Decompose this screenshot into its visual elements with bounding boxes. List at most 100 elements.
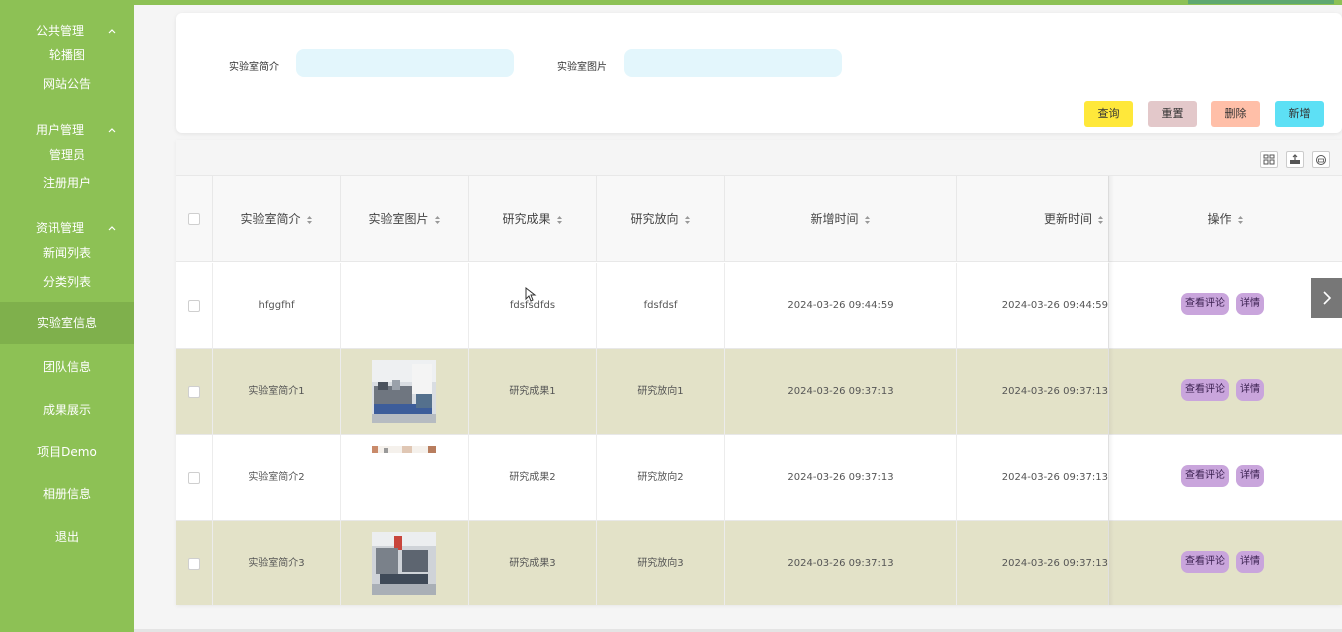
sidebar-item-category-list[interactable]: 分类列表 — [0, 273, 134, 290]
main-content: 实验室简介 实验室图片 查询 重置 删除 新增 实验室简介 实验室图片 研究成果… — [134, 5, 1342, 632]
cell-updated: 2024-03-26 09:37:13 — [956, 349, 1108, 435]
sidebar-item-lab-info[interactable]: 实验室信息 — [0, 302, 134, 344]
view-comments-button[interactable]: 查看评论 — [1181, 465, 1229, 487]
search-panel: 实验室简介 实验室图片 查询 重置 删除 新增 — [176, 13, 1342, 133]
cell-result: fdsfsdfds — [468, 263, 596, 349]
sidebar: 公共管理 轮播图 网站公告 用户管理 管理员 注册用户 资讯管理 新闻列表 分类… — [0, 5, 134, 632]
column-header-actions: 操作 — [1108, 176, 1342, 262]
cell-intro: 实验室简介1 — [212, 349, 340, 435]
sidebar-item-team-info[interactable]: 团队信息 — [0, 346, 134, 388]
cell-actions: 查看评论 详情 — [1108, 435, 1342, 521]
sidebar-group-news[interactable]: 资讯管理 — [36, 219, 84, 236]
sidebar-item-logout[interactable]: 退出 — [0, 516, 134, 558]
row-checkbox[interactable] — [188, 386, 200, 398]
sidebar-item-album[interactable]: 相册信息 — [0, 473, 134, 515]
sidebar-item-admin[interactable]: 管理员 — [0, 146, 134, 163]
sort-icon[interactable] — [684, 215, 691, 225]
detail-button[interactable]: 详情 — [1236, 551, 1264, 573]
sidebar-item-project-demo[interactable]: 项目Demo — [0, 431, 134, 473]
row-checkbox[interactable] — [188, 300, 200, 312]
table-row: hfggfhf fdsfsdfds fdsfdsf 2024-03-26 09:… — [176, 263, 1342, 349]
detail-button[interactable]: 详情 — [1236, 293, 1264, 315]
cell-updated: 2024-03-26 09:37:13 — [956, 521, 1108, 605]
columns-icon[interactable] — [1260, 151, 1278, 168]
lab-intro-label: 实验室简介 — [229, 62, 279, 73]
table-header: 实验室简介 实验室图片 研究成果 研究放向 新增时间 更新时间 操作 — [176, 176, 1342, 262]
sort-icon[interactable] — [1237, 215, 1244, 225]
cell-intro: 实验室简介3 — [212, 521, 340, 605]
view-comments-button[interactable]: 查看评论 — [1181, 551, 1229, 573]
view-comments-button[interactable]: 查看评论 — [1181, 293, 1229, 315]
sidebar-item-news-list[interactable]: 新闻列表 — [0, 244, 134, 261]
export-icon[interactable] — [1286, 151, 1304, 168]
query-button[interactable]: 查询 — [1084, 101, 1133, 127]
sidebar-group-public[interactable]: 公共管理 — [36, 22, 84, 39]
detail-button[interactable]: 详情 — [1236, 379, 1264, 401]
detail-button[interactable]: 详情 — [1236, 465, 1264, 487]
chevron-up-icon[interactable] — [107, 223, 117, 233]
scroll-right-button[interactable] — [1311, 278, 1342, 318]
table-toolbar — [176, 140, 1342, 176]
cell-updated: 2024-03-26 09:37:13 — [956, 435, 1108, 521]
select-all-checkbox[interactable] — [188, 213, 200, 225]
top-accent-segment — [1188, 0, 1334, 4]
row-checkbox[interactable] — [188, 472, 200, 484]
reset-button[interactable]: 重置 — [1148, 101, 1197, 127]
chevron-right-icon — [1322, 291, 1331, 305]
sidebar-item-achievements[interactable]: 成果展示 — [0, 389, 134, 431]
column-header-direction[interactable]: 研究放向 — [596, 176, 724, 262]
cell-created: 2024-03-26 09:37:13 — [724, 521, 956, 605]
row-checkbox[interactable] — [188, 558, 200, 570]
cell-actions: 查看评论 详情 — [1108, 521, 1342, 605]
cell-intro: 实验室简介2 — [212, 435, 340, 521]
cell-actions: 查看评论 详情 — [1108, 349, 1342, 435]
sort-icon[interactable] — [434, 215, 441, 225]
sort-icon[interactable] — [306, 215, 313, 225]
lab-image-input[interactable] — [624, 49, 842, 77]
table-row: 实验室简介2 研究成果2 研究放向2 2024-03-26 09:37:13 2… — [176, 435, 1342, 521]
cell-result: 研究成果2 — [468, 435, 596, 521]
delete-button[interactable]: 删除 — [1211, 101, 1260, 127]
column-header-result[interactable]: 研究成果 — [468, 176, 596, 262]
cell-image — [340, 263, 468, 349]
cell-created: 2024-03-26 09:37:13 — [724, 349, 956, 435]
sort-icon[interactable] — [556, 215, 563, 225]
chevron-up-icon[interactable] — [107, 26, 117, 36]
lab-image-label: 实验室图片 — [557, 62, 607, 73]
sidebar-item-carousel[interactable]: 轮播图 — [0, 46, 134, 63]
sidebar-item-announcement[interactable]: 网站公告 — [0, 75, 134, 92]
column-header-intro[interactable]: 实验室简介 — [212, 176, 340, 262]
column-header-updated[interactable]: 更新时间 — [956, 176, 1108, 262]
cell-intro: hfggfhf — [212, 263, 340, 349]
cell-result: 研究成果1 — [468, 349, 596, 435]
table-row: 实验室简介3 研究成果3 研究放向3 2024-03-26 09:37:13 2… — [176, 521, 1342, 605]
print-icon[interactable] — [1312, 151, 1330, 168]
sidebar-group-users[interactable]: 用户管理 — [36, 121, 84, 138]
view-comments-button[interactable]: 查看评论 — [1181, 379, 1229, 401]
lab-intro-input[interactable] — [296, 49, 514, 77]
fixed-column-shadow — [1108, 176, 1114, 605]
cell-direction: 研究放向2 — [596, 435, 724, 521]
cell-created: 2024-03-26 09:37:13 — [724, 435, 956, 521]
data-table: 实验室简介 实验室图片 研究成果 研究放向 新增时间 更新时间 操作 hfggf… — [176, 140, 1342, 605]
cell-created: 2024-03-26 09:44:59 — [724, 263, 956, 349]
add-button[interactable]: 新增 — [1275, 101, 1324, 127]
sort-icon[interactable] — [1097, 215, 1104, 225]
lab-photo-1 — [372, 360, 436, 423]
lab-photo-3 — [372, 532, 436, 595]
cell-direction: fdsfdsf — [596, 263, 724, 349]
sort-icon[interactable] — [864, 215, 871, 225]
cell-image — [340, 435, 468, 521]
cell-updated: 2024-03-26 09:44:59 — [956, 263, 1108, 349]
cell-result: 研究成果3 — [468, 521, 596, 605]
cell-actions: 查看评论 详情 — [1108, 263, 1342, 349]
sidebar-item-registered-users[interactable]: 注册用户 — [0, 174, 134, 191]
cell-direction: 研究放向3 — [596, 521, 724, 605]
table-row: 实验室简介1 研究成果1 研究放向1 2024-03-26 09:37:13 2… — [176, 349, 1342, 435]
chevron-up-icon[interactable] — [107, 125, 117, 135]
cell-image — [340, 521, 468, 605]
column-header-created[interactable]: 新增时间 — [724, 176, 956, 262]
cell-direction: 研究放向1 — [596, 349, 724, 435]
lab-photo-2 — [372, 446, 436, 453]
column-header-image[interactable]: 实验室图片 — [340, 176, 468, 262]
